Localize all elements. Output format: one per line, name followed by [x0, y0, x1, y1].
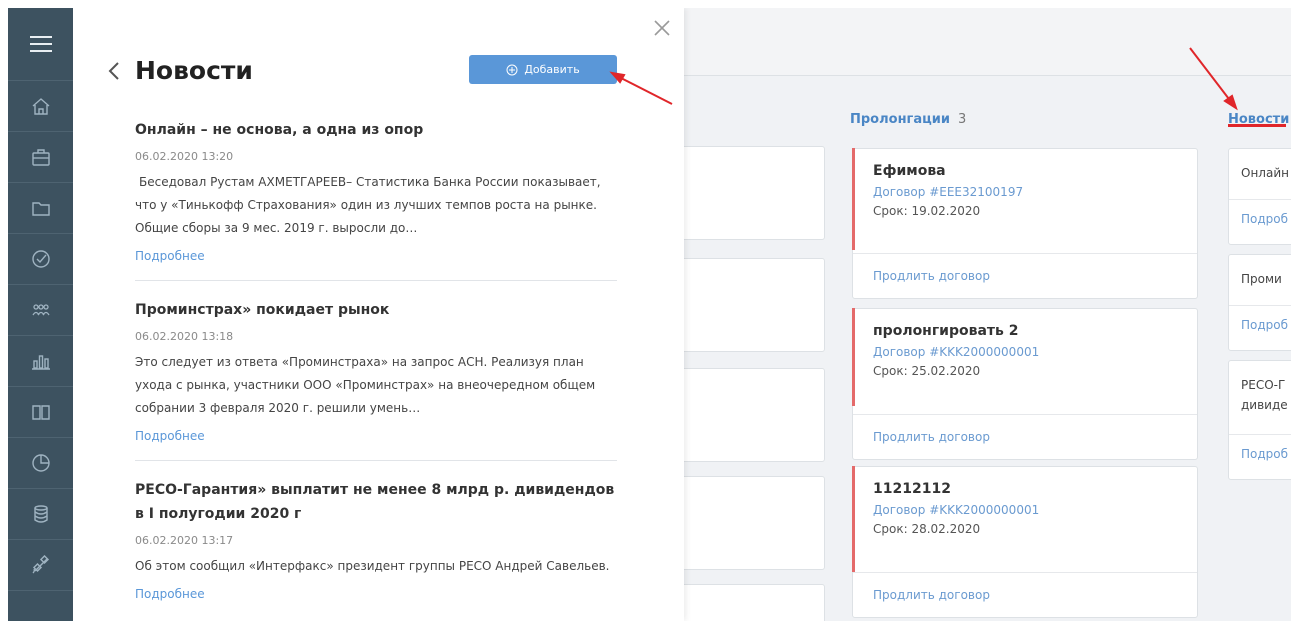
card-contract-link[interactable]: Договор #KKK2000000001: [873, 345, 1197, 359]
chevron-left-icon: [108, 62, 119, 80]
news-card-title-line2: дивиде: [1241, 398, 1288, 412]
news-item: РЕСО-Гарантия» выплатит не менее 8 млрд …: [135, 478, 617, 618]
card-status-bar: [852, 466, 855, 572]
news-card-title: РЕСО-Г дивиде: [1229, 361, 1291, 415]
close-icon: [654, 20, 670, 36]
plus-circle-icon: [506, 64, 518, 75]
sidebar: [8, 8, 73, 621]
news-date: 06.02.2020 13:18: [135, 330, 234, 343]
prolong-card[interactable]: Ефимова Договор #EEE32100197 Срок: 19.02…: [852, 148, 1198, 299]
close-button[interactable]: [650, 16, 674, 40]
card-term: Срок: 28.02.2020: [873, 522, 981, 536]
news-item: Проминстрах» покидает рынок 06.02.2020 1…: [135, 298, 617, 461]
sidebar-item-reports[interactable]: [8, 336, 73, 387]
news-column-card[interactable]: Проми Подроб: [1228, 254, 1291, 351]
card-client-name: Ефимова: [873, 163, 946, 179]
menu-button[interactable]: [8, 8, 73, 81]
add-news-label: Добавить: [524, 63, 580, 76]
pie-chart-icon: [31, 454, 50, 472]
sidebar-item-folder[interactable]: [8, 183, 73, 234]
page-title: Новости: [135, 56, 253, 85]
database-icon: [33, 505, 48, 523]
card-status-bar: [852, 308, 855, 406]
news-card-more-link[interactable]: Подроб: [1229, 305, 1291, 332]
sidebar-item-tasks[interactable]: [8, 234, 73, 285]
news-panel: Новости Добавить Онлайн – не основа, а о…: [73, 8, 684, 621]
prolong-header-label: Пролонгации: [850, 112, 950, 127]
news-list: Онлайн – не основа, а одна из опор 06.02…: [135, 118, 617, 621]
extend-contract-button[interactable]: Продлить договор: [853, 253, 1197, 298]
news-card-title-line1: РЕСО-Г: [1241, 378, 1286, 392]
sidebar-item-database[interactable]: [8, 489, 73, 540]
card-client-name: пролонгировать 2: [873, 323, 1019, 339]
news-excerpt: Об этом сообщил «Интерфакс» президент гр…: [135, 559, 610, 573]
bar-chart-icon: [31, 355, 50, 370]
satellite-icon: [31, 555, 49, 574]
news-title[interactable]: Проминстрах» покидает рынок: [135, 298, 617, 322]
card-term: Срок: 25.02.2020: [873, 364, 981, 378]
add-news-button[interactable]: Добавить: [469, 55, 617, 84]
folder-icon: [31, 202, 50, 216]
news-card-title: Проми: [1241, 272, 1282, 286]
book-icon: [31, 405, 50, 420]
prolong-column-header[interactable]: Пролонгации 3: [850, 112, 966, 127]
sidebar-item-analytics[interactable]: [8, 438, 73, 489]
card-contract-link[interactable]: Договор #EEE32100197: [873, 185, 1197, 199]
news-title[interactable]: Онлайн – не основа, а одна из опор: [135, 118, 617, 142]
extend-contract-button[interactable]: Продлить договор: [853, 572, 1197, 617]
menu-icon: [29, 36, 52, 52]
card-client-name: 11212112: [873, 481, 951, 497]
card-contract-link[interactable]: Договор #KKK2000000001: [873, 503, 1197, 517]
check-circle-icon: [31, 250, 50, 268]
sidebar-item-home[interactable]: [8, 81, 73, 132]
card-status-bar: [852, 148, 855, 250]
prolong-card[interactable]: 11212112 Договор #KKK2000000001 Срок: 28…: [852, 466, 1198, 618]
card-term: Срок: 19.02.2020: [873, 204, 981, 218]
news-more-link[interactable]: Подробнее: [135, 429, 205, 443]
prolong-count: 3: [957, 112, 967, 127]
sidebar-item-docs[interactable]: [8, 387, 73, 438]
sidebar-item-portfolio[interactable]: [8, 132, 73, 183]
app-frame: Пролонгации 3 Ефимова Договор #EEE3210019…: [8, 8, 1291, 621]
extend-contract-button[interactable]: Продлить договор: [853, 414, 1197, 459]
news-more-link[interactable]: Подробнее: [135, 249, 205, 263]
briefcase-icon: [31, 149, 50, 166]
news-item: Онлайн – не основа, а одна из опор 06.02…: [135, 118, 617, 281]
news-date: 06.02.2020 13:20: [135, 150, 234, 163]
news-column-header[interactable]: Новости: [1228, 112, 1289, 127]
news-excerpt: Это следует из ответа «Проминстраха» на …: [135, 355, 596, 415]
news-title[interactable]: РЕСО-Гарантия» выплатит не менее 8 млрд …: [135, 478, 617, 526]
news-column-card[interactable]: РЕСО-Г дивиде Подроб: [1228, 360, 1291, 480]
news-card-more-link[interactable]: Подроб: [1229, 434, 1291, 461]
users-icon: [31, 304, 50, 316]
home-icon: [32, 98, 49, 115]
sidebar-item-integrations[interactable]: [8, 540, 73, 591]
news-column-card[interactable]: Онлайн Подроб: [1228, 148, 1291, 245]
news-excerpt: Беседовал Рустам АХМЕТГАРЕЕВ– Статистика…: [135, 175, 601, 235]
news-card-title: Онлайн: [1241, 166, 1289, 180]
news-more-link[interactable]: Подробнее: [135, 587, 205, 601]
back-button[interactable]: [104, 56, 124, 86]
news-date: 06.02.2020 13:17: [135, 534, 234, 547]
sidebar-item-clients[interactable]: [8, 285, 73, 336]
news-card-more-link[interactable]: Подроб: [1229, 199, 1291, 226]
prolong-card[interactable]: пролонгировать 2 Договор #KKK2000000001 …: [852, 308, 1198, 460]
